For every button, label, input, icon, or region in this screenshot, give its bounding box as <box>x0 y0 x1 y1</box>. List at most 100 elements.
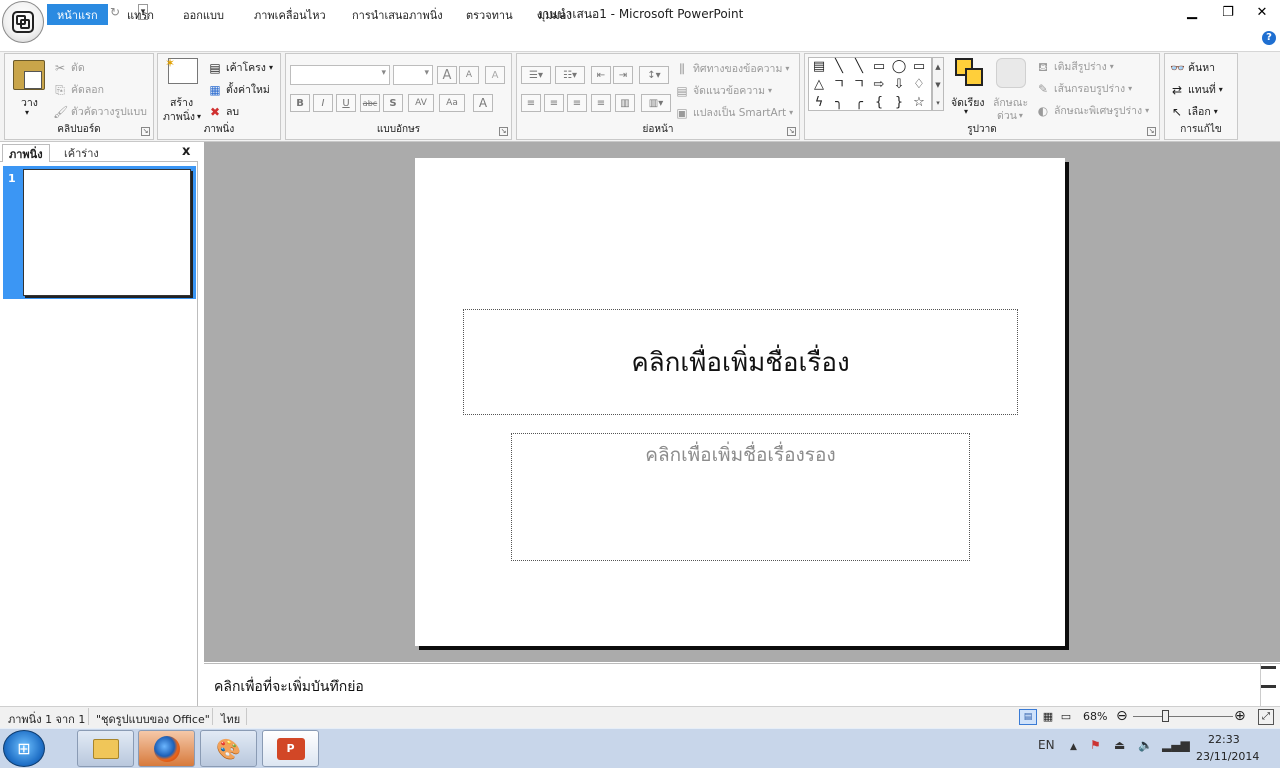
text-direction-button[interactable]: ⫼ ทิศทางของข้อความ ▾ <box>675 60 789 77</box>
shape-effects-button[interactable]: ◐ ลักษณะพิเศษรูปร่าง ▾ <box>1036 102 1149 119</box>
action-center-icon[interactable]: ⚑ <box>1090 738 1101 752</box>
powerpoint-taskbar-icon[interactable]: P <box>262 730 319 767</box>
normal-view-icon[interactable]: ▤ <box>1019 709 1037 725</box>
firefox-taskbar-icon[interactable] <box>138 730 195 767</box>
restore-button[interactable]: ❐ <box>1214 2 1242 22</box>
shape-option[interactable]: ♢ <box>909 76 929 94</box>
shapes-gallery[interactable]: ▤ ╲ ╲ ▭ ◯ ▭ △ ㄱㄱ ⇨ ⇩ ♢ ϟ ╮ ╭{} ☆ <box>808 57 932 111</box>
shape-outline-button[interactable]: ✎ เส้นกรอบรูปร่าง ▾ <box>1036 80 1132 97</box>
shape-option[interactable]: ϟ <box>809 94 829 112</box>
font-color-button[interactable]: A <box>473 94 493 112</box>
paragraph-launcher-icon[interactable]: ↘ <box>787 127 796 136</box>
align-center-button[interactable]: ≡ <box>544 94 564 112</box>
paste-dropdown-icon[interactable]: ▾ <box>25 108 29 117</box>
notes-scrollbar[interactable] <box>1260 664 1276 706</box>
tab-slide-show[interactable]: การนำเสนอภาพนิ่ง <box>342 4 453 25</box>
shape-option[interactable]: ╮ <box>829 94 849 112</box>
shape-option[interactable]: ╭ <box>849 94 869 112</box>
select-button[interactable]: ↖ เลือก ▾ <box>1170 103 1218 120</box>
clear-formatting-button[interactable]: A <box>485 66 505 84</box>
find-button[interactable]: 👓 ค้นหา <box>1170 59 1215 76</box>
bold-button[interactable]: B <box>290 94 310 112</box>
line-spacing-button[interactable]: ↕▾ <box>639 66 669 84</box>
paste-button[interactable]: วาง <box>21 94 38 111</box>
zoom-slider-track[interactable] <box>1133 716 1233 717</box>
drawing-launcher-icon[interactable]: ↘ <box>1147 127 1156 136</box>
help-icon[interactable]: ? <box>1262 31 1276 45</box>
font-name-combo[interactable] <box>290 65 390 85</box>
strikethrough-button[interactable]: abc <box>360 94 380 112</box>
tab-review[interactable]: ตรวจทาน <box>456 4 523 25</box>
replace-button[interactable]: ⇄ แทนที่ ▾ <box>1170 81 1223 98</box>
tab-view[interactable]: มุมมอง <box>528 4 582 25</box>
italic-button[interactable]: I <box>313 94 333 112</box>
input-language[interactable]: EN <box>1038 738 1055 752</box>
paint-taskbar-icon[interactable]: 🎨 <box>200 730 257 767</box>
shape-option[interactable]: { <box>869 94 889 112</box>
numbering-button[interactable]: ☷▾ <box>555 66 585 84</box>
smartart-button[interactable]: ▣ แปลงเป็น SmartArt ▾ <box>675 104 793 121</box>
paste-icon[interactable] <box>13 60 45 90</box>
grow-font-button[interactable]: A <box>437 66 457 84</box>
columns-button[interactable]: ▥▾ <box>641 94 671 112</box>
shape-option[interactable]: ⇨ <box>869 76 889 94</box>
close-pane-icon[interactable]: x <box>182 144 190 159</box>
zoom-out-icon[interactable]: ⊖ <box>1116 708 1128 724</box>
zoom-level[interactable]: 68% <box>1083 710 1107 723</box>
align-left-button[interactable]: ≡ <box>521 94 541 112</box>
arrange-dropdown-icon[interactable]: ▾ <box>964 107 968 116</box>
subtitle-placeholder[interactable]: คลิกเพื่อเพิ่มชื่อเรื่องรอง <box>511 433 970 561</box>
close-button[interactable]: ✕ <box>1248 2 1276 22</box>
clipboard-launcher-icon[interactable]: ↘ <box>141 127 150 136</box>
network-icon[interactable]: ▂▄▆ <box>1162 738 1190 752</box>
character-spacing-button[interactable]: AV <box>408 94 434 112</box>
change-case-button[interactable]: Aa <box>439 94 465 112</box>
copy-button[interactable]: ⎘ คัดลอก <box>53 81 104 98</box>
layout-button[interactable]: ▤ เค้าโครง ▾ <box>208 59 273 76</box>
slide-show-icon[interactable]: ▭ <box>1058 709 1074 725</box>
slide-thumbnail[interactable] <box>23 169 191 296</box>
shape-option[interactable]: △ <box>809 76 829 94</box>
justify-button[interactable]: ≡ <box>591 94 611 112</box>
shape-option[interactable]: ▤ <box>809 58 829 76</box>
notes-pane[interactable]: คลิกเพื่อที่จะเพิ่มบันทึกย่อ <box>204 663 1280 706</box>
clock-date[interactable]: 23/11/2014 <box>1196 750 1259 763</box>
decrease-indent-button[interactable]: ⇤ <box>591 66 611 84</box>
font-size-combo[interactable] <box>393 65 433 85</box>
shape-option[interactable]: ▭ <box>869 58 889 76</box>
fit-to-window-icon[interactable]: ⤢ <box>1258 709 1274 725</box>
new-slide-icon[interactable]: ✶ <box>165 56 198 84</box>
shape-option[interactable]: } <box>889 94 909 112</box>
slide-sorter-icon[interactable]: ▦ <box>1040 709 1056 725</box>
tab-insert[interactable]: แทรก <box>117 4 164 25</box>
title-placeholder[interactable]: คลิกเพื่อเพิ่มชื่อเรื่อง <box>463 309 1018 415</box>
office-button[interactable] <box>2 1 44 43</box>
shapes-gallery-scroll[interactable]: ▲ ▼ ▾ <box>932 57 944 111</box>
explorer-taskbar-icon[interactable] <box>77 730 134 767</box>
reset-button[interactable]: ▦ ตั้งค่าใหม่ <box>208 81 270 98</box>
tab-slides-pane[interactable]: ภาพนิ่ง <box>2 144 50 162</box>
usb-icon[interactable]: ⏏ <box>1114 738 1125 752</box>
volume-icon[interactable]: 🔈 <box>1138 738 1153 752</box>
quick-styles-button-2[interactable]: ด่วน ▾ <box>997 107 1023 124</box>
distributed-button[interactable]: ▥ <box>615 94 635 112</box>
language-status[interactable]: ไทย <box>221 710 240 728</box>
tab-outline-pane[interactable]: เค้าร่าง <box>58 144 105 162</box>
shape-option[interactable]: ☆ <box>909 94 929 112</box>
start-button[interactable]: ⊞ <box>3 730 45 767</box>
show-hidden-icons-icon[interactable]: ▲ <box>1070 742 1077 752</box>
shape-option[interactable]: ㄱ <box>829 76 849 94</box>
shape-option[interactable]: ╲ <box>829 58 849 76</box>
zoom-in-icon[interactable]: ⊕ <box>1234 708 1246 724</box>
cut-button[interactable]: ✂ ตัด <box>53 59 85 76</box>
zoom-slider-thumb[interactable] <box>1162 710 1169 722</box>
format-painter-button[interactable]: 🖌 ตัวคัดวางรูปแบบ <box>53 103 147 120</box>
minimize-button[interactable]: ▁ <box>1178 2 1206 22</box>
quick-styles-icon[interactable] <box>996 58 1026 88</box>
shape-option[interactable]: ◯ <box>889 58 909 76</box>
shape-fill-button[interactable]: ⛾ เติมสีรูปร่าง ▾ <box>1036 58 1114 75</box>
clock-time[interactable]: 22:33 <box>1208 733 1240 746</box>
tab-home[interactable]: หน้าแรก <box>47 4 108 25</box>
bullets-button[interactable]: ☰▾ <box>521 66 551 84</box>
align-right-button[interactable]: ≡ <box>567 94 587 112</box>
